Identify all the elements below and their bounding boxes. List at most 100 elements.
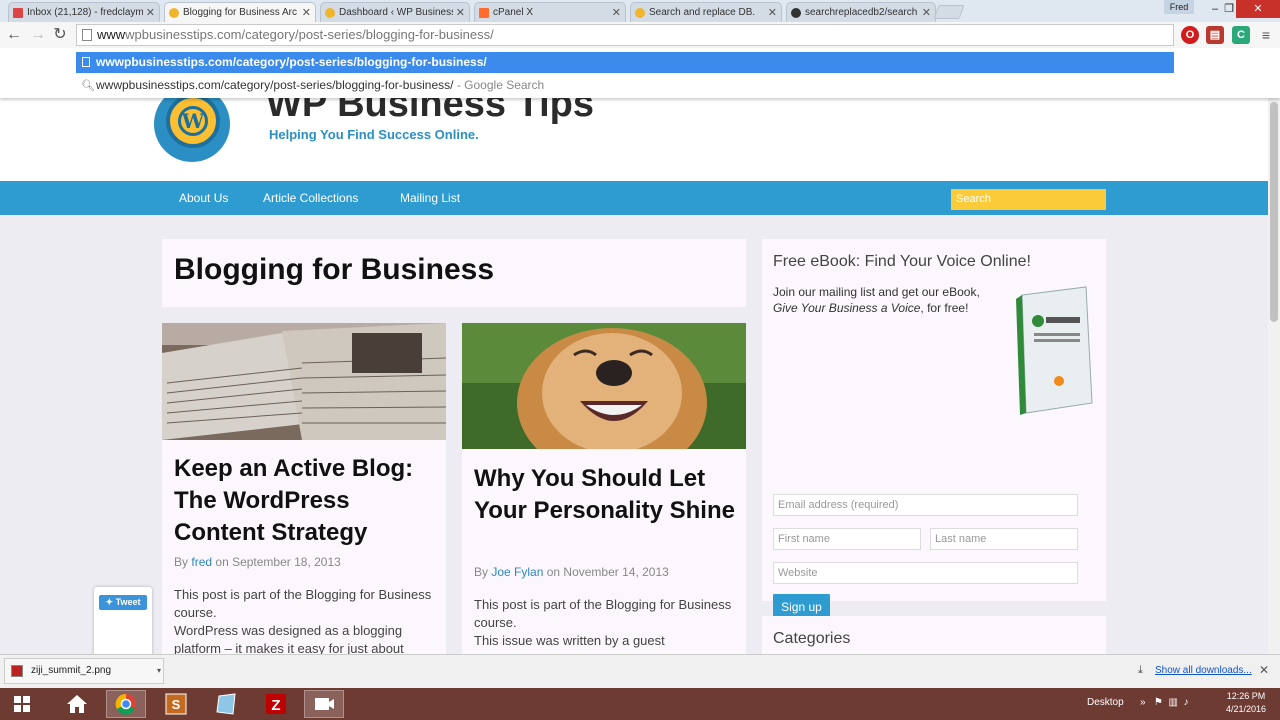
post-title[interactable]: Why You Should Let Your Personality Shin… — [474, 463, 736, 527]
camera-app-taskbar-icon[interactable] — [304, 690, 344, 718]
post-title[interactable]: Keep an Active Blog: The WordPress Conte… — [174, 453, 436, 549]
download-item[interactable]: ziji_summit_2.png ▾ — [4, 658, 164, 684]
close-tab-icon[interactable]: ✕ — [456, 6, 465, 19]
page-scrollbar[interactable] — [1268, 98, 1280, 654]
extension-c-icon[interactable]: C — [1232, 26, 1250, 44]
suggestion-url[interactable]: wwwpbusinesstips.com/category/post-serie… — [76, 52, 1174, 73]
page-icon — [82, 29, 92, 41]
search-icon: 🔍︎ — [81, 80, 95, 92]
suggestion-search-suffix: - Google Search — [456, 78, 545, 92]
post-excerpt: This post is part of the Blogging for Bu… — [174, 586, 434, 654]
tab-github[interactable]: searchreplacedb2/search ✕ — [786, 2, 936, 22]
site-favicon-icon — [635, 7, 645, 18]
image-file-icon — [11, 665, 23, 677]
close-window-icon[interactable]: ✕ — [1236, 0, 1280, 18]
scrollbar-thumb[interactable] — [1270, 102, 1278, 322]
post-meta: By fred on September 18, 2013 — [174, 555, 341, 569]
download-bar: ziji_summit_2.png ▾ ⤓ Show all downloads… — [0, 654, 1280, 688]
svg-text:S: S — [172, 697, 181, 712]
page-icon — [82, 57, 90, 67]
github-icon — [791, 7, 801, 18]
tab-gmail[interactable]: Inbox (21,128) - fredclaym ✕ — [8, 2, 160, 22]
main-navigation: About Us Article Collections Mailing Lis… — [0, 181, 1268, 215]
excerpt-line: This post is part of the Blogging for Bu… — [474, 597, 732, 630]
tab-blogging-for-business[interactable]: Blogging for Business Arc ✕ — [164, 2, 316, 22]
post-author-link[interactable]: Joe Fylan — [491, 565, 543, 579]
opera-extension-icon[interactable]: O — [1181, 26, 1199, 44]
excerpt-line: WordPress was designed as a blogging pla… — [174, 623, 404, 654]
site-favicon-icon — [325, 7, 335, 18]
post-excerpt: This post is part of the Blogging for Bu… — [474, 596, 734, 650]
site-search-input[interactable]: Search — [951, 189, 1106, 210]
tab-label: Dashboard ‹ WP Business — [339, 7, 453, 18]
tray-chevron-icon[interactable]: » — [1140, 697, 1146, 708]
widget-text-lead: Join our mailing list and get our eBook, — [773, 285, 980, 299]
app-s-taskbar-icon[interactable]: S — [156, 690, 196, 718]
share-widget: ✦ Tweet — [94, 587, 152, 654]
tab-label: searchreplacedb2/search — [805, 7, 918, 18]
categories-widget: Categories — [762, 616, 1106, 654]
close-tab-icon[interactable]: ✕ — [922, 6, 931, 19]
nav-mailing-list[interactable]: Mailing List — [400, 181, 460, 215]
clock-time: 12:26 PM — [1226, 691, 1266, 701]
back-arrow-icon[interactable]: ← — [4, 25, 24, 45]
suggestion-search[interactable]: 🔍︎ wwwpbusinesstips.com/category/post-se… — [76, 75, 1174, 96]
user-profile-badge[interactable]: Fred — [1164, 0, 1194, 14]
forward-arrow-icon[interactable]: → — [28, 25, 48, 45]
suggestion-search-text: wwwpbusinesstips.com/category/post-serie… — [96, 78, 454, 92]
dog-image[interactable] — [462, 323, 746, 449]
post-date: on September 18, 2013 — [215, 555, 341, 569]
system-tray: » ⚑ ▥ ♪ — [1140, 697, 1188, 708]
tweet-button[interactable]: ✦ Tweet — [99, 595, 147, 610]
post-card: Why You Should Let Your Personality Shin… — [462, 323, 746, 654]
address-autocomplete-text: wpbusinesstips.com/category/post-series/… — [125, 27, 494, 42]
address-bar[interactable]: wwwwpbusinesstips.com/category/post-seri… — [76, 24, 1174, 46]
first-name-field[interactable]: First name — [773, 528, 921, 550]
action-center-icon[interactable]: ⚑ — [1154, 697, 1163, 708]
chevron-down-icon[interactable]: ▾ — [157, 659, 161, 683]
widget-text: Join our mailing list and get our eBook,… — [773, 284, 1003, 316]
nav-about-us[interactable]: About Us — [179, 181, 228, 215]
new-tab-button[interactable] — [933, 5, 965, 19]
post-date: on November 14, 2013 — [546, 565, 669, 579]
volume-icon[interactable]: ♪ — [1183, 697, 1188, 708]
post-meta: By Joe Fylan on November 14, 2013 — [474, 565, 669, 579]
tweet-label: Tweet — [115, 597, 141, 607]
nav-article-collections[interactable]: Article Collections — [263, 181, 358, 215]
show-all-downloads-link[interactable]: Show all downloads... — [1155, 665, 1252, 676]
post-author-link[interactable]: fred — [191, 555, 212, 569]
last-name-field[interactable]: Last name — [930, 528, 1078, 550]
post-card: Keep an Active Blog: The WordPress Conte… — [162, 323, 446, 654]
tab-dashboard[interactable]: Dashboard ‹ WP Business ✕ — [320, 2, 470, 22]
home-icon[interactable] — [57, 690, 97, 718]
gmail-icon — [13, 7, 23, 18]
filezilla-taskbar-icon[interactable]: Z — [256, 690, 296, 718]
page-viewport: W WP Business Tips Helping You Find Succ… — [0, 48, 1268, 654]
post-by: By — [174, 555, 189, 569]
tab-label: Blogging for Business Arc — [183, 7, 297, 18]
notebook-taskbar-icon[interactable] — [206, 690, 246, 718]
ebook-signup-widget: Free eBook: Find Your Voice Online! Join… — [762, 239, 1106, 621]
network-icon[interactable]: ▥ — [1168, 697, 1177, 708]
website-field[interactable]: Website — [773, 562, 1078, 584]
taskbar-clock[interactable]: 12:26 PM 4/21/2016 — [1218, 690, 1274, 716]
tab-search-replace[interactable]: Search and replace DB. ✕ — [630, 2, 782, 22]
close-tab-icon[interactable]: ✕ — [302, 6, 311, 19]
close-tab-icon[interactable]: ✕ — [768, 6, 777, 19]
close-tab-icon[interactable]: ✕ — [146, 6, 155, 19]
email-field[interactable]: Email address (required) — [773, 494, 1078, 516]
windows-start-icon[interactable] — [2, 690, 42, 718]
logo-inner: W — [166, 94, 220, 148]
tab-cpanel[interactable]: cPanel X ✕ — [474, 2, 626, 22]
extension-icon[interactable]: ▤ — [1206, 26, 1224, 44]
ebook-name: Give Your Business a Voice — [773, 301, 921, 315]
close-download-bar-icon[interactable]: ✕ — [1259, 663, 1269, 677]
desktop-toolbar-label[interactable]: Desktop — [1087, 697, 1124, 708]
menu-icon[interactable]: ≡ — [1256, 25, 1276, 45]
newspapers-image[interactable] — [162, 323, 446, 440]
site-tagline: Helping You Find Success Online. — [269, 127, 479, 142]
reload-icon[interactable]: ↻ — [50, 25, 70, 45]
chrome-taskbar-icon[interactable] — [106, 690, 146, 718]
tab-label: cPanel X — [493, 7, 534, 18]
close-tab-icon[interactable]: ✕ — [612, 6, 621, 19]
